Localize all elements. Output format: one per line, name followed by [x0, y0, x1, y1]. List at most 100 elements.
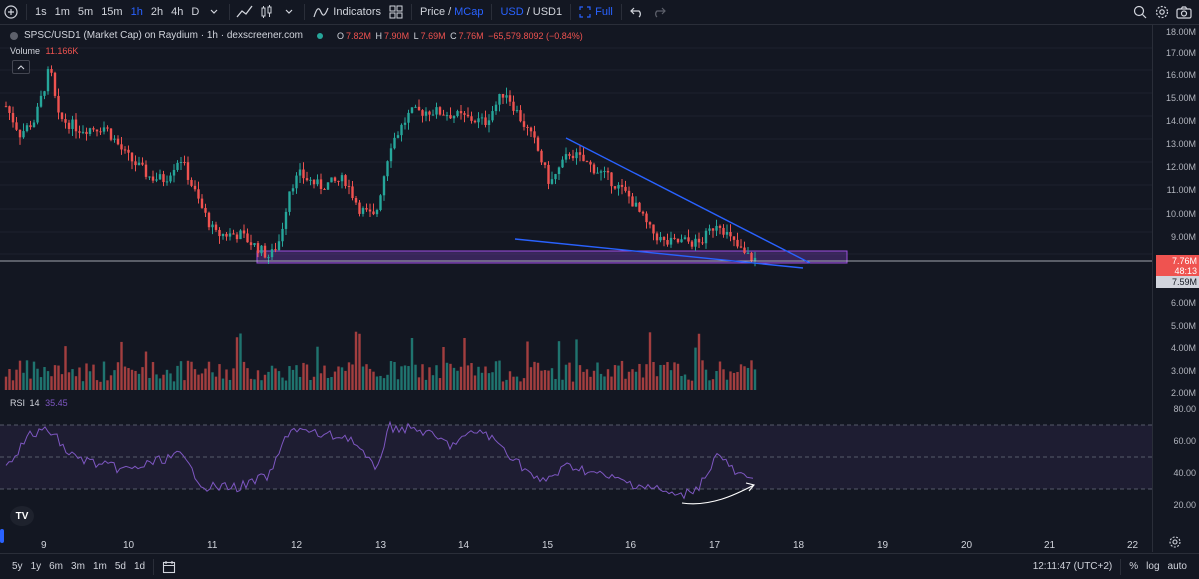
candle-body	[620, 184, 624, 187]
volume-bar	[95, 380, 99, 390]
candle-body	[606, 170, 610, 173]
range-1m[interactable]: 1m	[89, 561, 111, 572]
chart-type-line-icon[interactable]	[234, 0, 256, 24]
volume-bar	[753, 369, 757, 390]
candle-body	[438, 107, 442, 115]
candle-body	[470, 116, 473, 121]
candle-body	[753, 257, 757, 261]
interval-D[interactable]: D	[187, 0, 203, 24]
full-button[interactable]: Full	[575, 0, 617, 24]
snapshot-camera-icon[interactable]	[1173, 0, 1195, 24]
time-axis[interactable]: 9 10 11 12 13 14 15 16 17 18 19 20 21 22	[0, 532, 1152, 552]
settings-gear-icon[interactable]	[1151, 0, 1173, 24]
range-1d[interactable]: 1d	[130, 561, 149, 572]
candle-body	[414, 106, 417, 108]
candle-body	[522, 121, 526, 127]
interval-1m[interactable]: 1m	[51, 0, 74, 24]
volume-bar	[606, 369, 610, 390]
candle-body	[288, 191, 291, 212]
volume-bar	[120, 341, 123, 390]
volume-bar	[57, 365, 60, 390]
candle-body	[71, 119, 74, 129]
redo-icon[interactable]	[648, 0, 670, 24]
range-5d[interactable]: 5d	[111, 561, 130, 572]
symbol-title[interactable]: SPSC/USD1 (Market Cap) on Raydium · 1h ·…	[24, 30, 303, 41]
axis-settings-button[interactable]	[1168, 535, 1182, 549]
chart-canvas[interactable]	[0, 25, 1152, 552]
price-axis[interactable]: 18.00M 17.00M 16.00M 15.00M 14.00M 13.00M 12.0…	[1152, 25, 1199, 552]
chevron-up-icon	[17, 65, 25, 70]
candle-body	[169, 175, 172, 182]
candle-body	[109, 128, 113, 140]
range-6m[interactable]: 6m	[45, 561, 67, 572]
add-symbol-icon[interactable]	[0, 0, 22, 24]
volume-bar	[368, 368, 372, 390]
layouts-icon[interactable]	[385, 0, 407, 24]
volume-bar	[46, 371, 50, 390]
volume-bar	[298, 376, 302, 390]
candle-body	[372, 211, 375, 215]
range-1y[interactable]: 1y	[27, 561, 46, 572]
candle-body	[494, 104, 498, 112]
candle-body	[225, 233, 228, 237]
volume-bar	[81, 381, 85, 390]
volume-bar	[354, 331, 358, 390]
volume-bar	[102, 361, 106, 390]
tradingview-logo[interactable]: TV	[10, 506, 34, 526]
volume-bar	[221, 378, 225, 390]
volume-value: 11.166K	[45, 46, 79, 56]
range-3m[interactable]: 3m	[67, 561, 89, 572]
candle-body	[683, 237, 687, 240]
candle-body	[410, 107, 414, 113]
indicators-button[interactable]: Indicators	[309, 0, 385, 24]
candle-body	[536, 137, 540, 151]
interval-dropdown-icon[interactable]	[203, 0, 225, 24]
volume-bar	[676, 363, 680, 390]
volume-bar	[260, 380, 263, 390]
candle-body	[564, 154, 568, 160]
candle-body	[214, 224, 218, 230]
volume-bar	[711, 379, 715, 390]
volume-bar	[431, 375, 435, 390]
auto-toggle[interactable]: auto	[1164, 561, 1191, 572]
percent-toggle[interactable]: %	[1125, 561, 1142, 572]
candle-body	[638, 202, 641, 212]
interval-1s[interactable]: 1s	[31, 0, 51, 24]
log-toggle[interactable]: log	[1142, 561, 1163, 572]
currency-toggle[interactable]: USD / USD1	[496, 0, 566, 24]
chart-type-dropdown-icon[interactable]	[278, 0, 300, 24]
volume-bar	[312, 376, 316, 390]
undo-icon[interactable]	[626, 0, 648, 24]
candle-body	[396, 135, 400, 138]
candle-body	[302, 169, 305, 179]
interval-5m[interactable]: 5m	[74, 0, 97, 24]
go-to-date-icon[interactable]	[158, 555, 180, 579]
interval-1h[interactable]: 1h	[127, 0, 147, 24]
volume-bar	[659, 364, 662, 390]
collapse-legend-button[interactable]	[12, 60, 30, 74]
volume-bar	[718, 361, 722, 390]
c-value: 7.76M	[458, 30, 484, 41]
interval-4h[interactable]: 4h	[167, 0, 187, 24]
candles-icon[interactable]	[256, 0, 278, 24]
divider	[304, 4, 306, 20]
chart-area[interactable]	[0, 25, 1152, 552]
divider	[411, 4, 412, 20]
upper-trendline	[565, 137, 811, 264]
candle-body	[725, 231, 729, 235]
volume-bar	[442, 346, 445, 390]
price-tick-label: 6.00M	[1170, 298, 1196, 308]
candle-body	[540, 150, 543, 163]
quick-search-icon[interactable]	[1129, 0, 1151, 24]
candle-body	[676, 238, 680, 243]
interval-15m[interactable]: 15m	[97, 0, 126, 24]
interval-2h[interactable]: 2h	[147, 0, 167, 24]
volume-bar	[494, 361, 498, 390]
range-5y[interactable]: 5y	[8, 561, 27, 572]
volume-bar	[211, 372, 214, 390]
candle-body	[557, 167, 561, 175]
clock[interactable]: 12:11:47 (UTC+2)	[1029, 561, 1117, 572]
volume-bar	[421, 364, 424, 390]
price-mcap-toggle[interactable]: Price / MCap	[416, 0, 487, 24]
candle-body	[732, 236, 736, 240]
